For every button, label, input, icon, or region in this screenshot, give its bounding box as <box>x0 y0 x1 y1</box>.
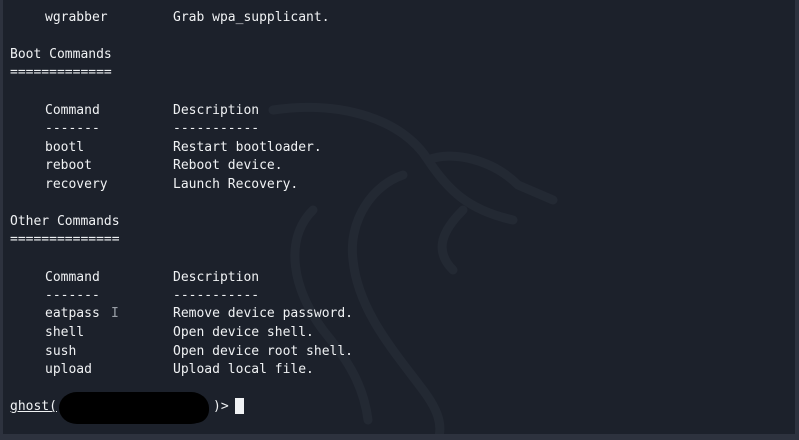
window-frame: wgrabber Grab wpa_supplicant. Boot Comma… <box>0 0 799 440</box>
command-description: Upload local file. <box>173 362 314 377</box>
column-header-description: Description <box>173 103 260 118</box>
command-name: shell <box>45 325 85 340</box>
column-header-command: Command <box>45 270 100 285</box>
command-name: reboot <box>45 158 92 173</box>
section-title-boot: Boot Commands <box>10 47 112 62</box>
column-header-command: Command <box>45 103 100 118</box>
command-name: eatpass <box>45 306 100 321</box>
prompt-host: ghost( <box>10 399 57 414</box>
terminal-pane[interactable]: wgrabber Grab wpa_supplicant. Boot Comma… <box>3 0 795 434</box>
command-description: Remove device password. <box>173 306 354 321</box>
command-name: upload <box>45 362 92 377</box>
column-divider: ------- <box>45 121 100 136</box>
prompt-suffix: )> <box>213 399 229 414</box>
column-divider: ----------- <box>173 121 260 136</box>
section-underline: ============= <box>10 65 112 80</box>
command-description: Open device root shell. <box>173 344 354 359</box>
input-cursor[interactable] <box>235 398 244 414</box>
command-description: Open device shell. <box>173 325 314 340</box>
column-header-description: Description <box>173 270 260 285</box>
command-description: Grab wpa_supplicant. <box>173 10 330 25</box>
command-name: bootl <box>45 140 85 155</box>
command-name: wgrabber <box>45 10 108 25</box>
text-cursor-ibeam-icon: I <box>111 306 119 321</box>
command-description: Reboot device. <box>173 158 283 173</box>
section-underline: ============== <box>10 232 120 247</box>
column-divider: ------- <box>45 288 100 303</box>
section-title-other: Other Commands <box>10 214 120 229</box>
command-name: sush <box>45 344 77 359</box>
command-name: recovery <box>45 177 108 192</box>
redaction-mark <box>153 397 209 423</box>
command-description: Restart bootloader. <box>173 140 322 155</box>
command-description: Launch Recovery. <box>173 177 299 192</box>
column-divider: ----------- <box>173 288 260 303</box>
